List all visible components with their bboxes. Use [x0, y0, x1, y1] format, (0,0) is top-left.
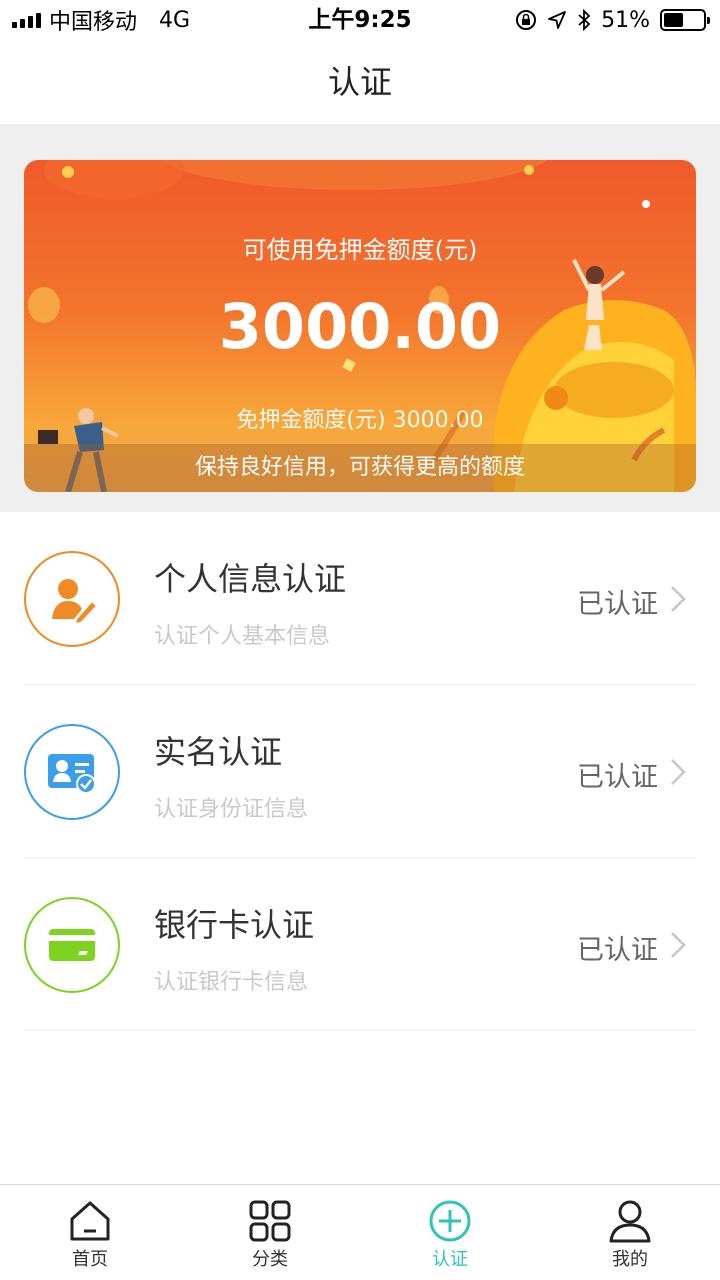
divider — [24, 1030, 696, 1031]
id-card-icon — [48, 754, 96, 794]
available-limit-label: 可使用免押金额度(元) — [242, 236, 478, 264]
home-icon — [70, 1201, 110, 1241]
auth-status: 已认证 — [577, 935, 658, 966]
auth-item-personal-info[interactable]: 个人信息认证 认证个人基本信息 已认证 — [0, 512, 720, 685]
battery-percent: 51% — [601, 7, 650, 33]
tab-home[interactable]: 首页 — [0, 1185, 180, 1280]
auth-icon-ring — [24, 551, 120, 647]
credit-banner[interactable]: 可使用免押金额度(元) 3000.00 免押金额度(元) 3000.00 保持良… — [24, 160, 696, 492]
bank-card-icon — [49, 929, 95, 961]
auth-icon-ring — [24, 724, 120, 820]
banner-footer-tip: 保持良好信用，可获得更高的额度 — [24, 444, 696, 492]
tab-category[interactable]: 分类 — [180, 1185, 360, 1280]
auth-list: 个人信息认证 认证个人基本信息 已认证 实名认证 认证身份证信息 已认证 银行卡… — [0, 512, 720, 1031]
auth-item-desc: 认证身份证信息 — [154, 797, 309, 822]
auth-icon-ring — [24, 897, 120, 993]
auth-item-bank-card[interactable]: 银行卡认证 认证银行卡信息 已认证 — [0, 858, 720, 1031]
deposit-limit-text: 免押金额度(元) 3000.00 — [236, 408, 484, 433]
tab-mine[interactable]: 我的 — [540, 1185, 720, 1280]
tab-label: 首页 — [72, 1249, 108, 1270]
auth-item-desc: 认证个人基本信息 — [154, 624, 331, 649]
user-edit-icon — [52, 579, 99, 626]
status-bar: 中国移动 4G 上午9:25 51% — [0, 0, 720, 40]
auth-item-desc: 认证银行卡信息 — [154, 970, 309, 995]
auth-item-title: 银行卡认证 — [154, 906, 315, 944]
lock-rotation-icon — [516, 10, 537, 30]
tab-label: 我的 — [612, 1249, 648, 1270]
auth-item-real-name[interactable]: 实名认证 认证身份证信息 已认证 — [0, 685, 720, 858]
chevron-right-icon — [671, 759, 686, 785]
auth-status: 已认证 — [577, 762, 658, 793]
battery-level — [664, 13, 684, 27]
chevron-right-icon — [671, 586, 686, 612]
available-amount: 3000.00 — [218, 290, 502, 363]
auth-status: 已认证 — [577, 589, 658, 620]
tab-label: 分类 — [252, 1249, 288, 1270]
auth-item-title: 个人信息认证 — [154, 560, 347, 598]
auth-item-title: 实名认证 — [154, 733, 283, 771]
tab-label: 认证 — [432, 1249, 468, 1270]
page-title: 认证 — [327, 63, 392, 101]
chevron-right-icon — [671, 932, 686, 958]
add-circle-icon — [429, 1200, 471, 1242]
grid-icon — [249, 1200, 291, 1242]
person-icon — [609, 1200, 651, 1243]
tab-auth[interactable]: 认证 — [360, 1185, 540, 1280]
location-icon — [548, 11, 566, 29]
bottom-tab-bar: 首页 分类 认证 我的 — [0, 1184, 720, 1280]
bluetooth-icon — [578, 9, 591, 31]
battery-icon — [660, 9, 710, 31]
banner-section: 可使用免押金额度(元) 3000.00 免押金额度(元) 3000.00 保持良… — [0, 124, 720, 512]
status-right: 51% — [515, 0, 710, 40]
